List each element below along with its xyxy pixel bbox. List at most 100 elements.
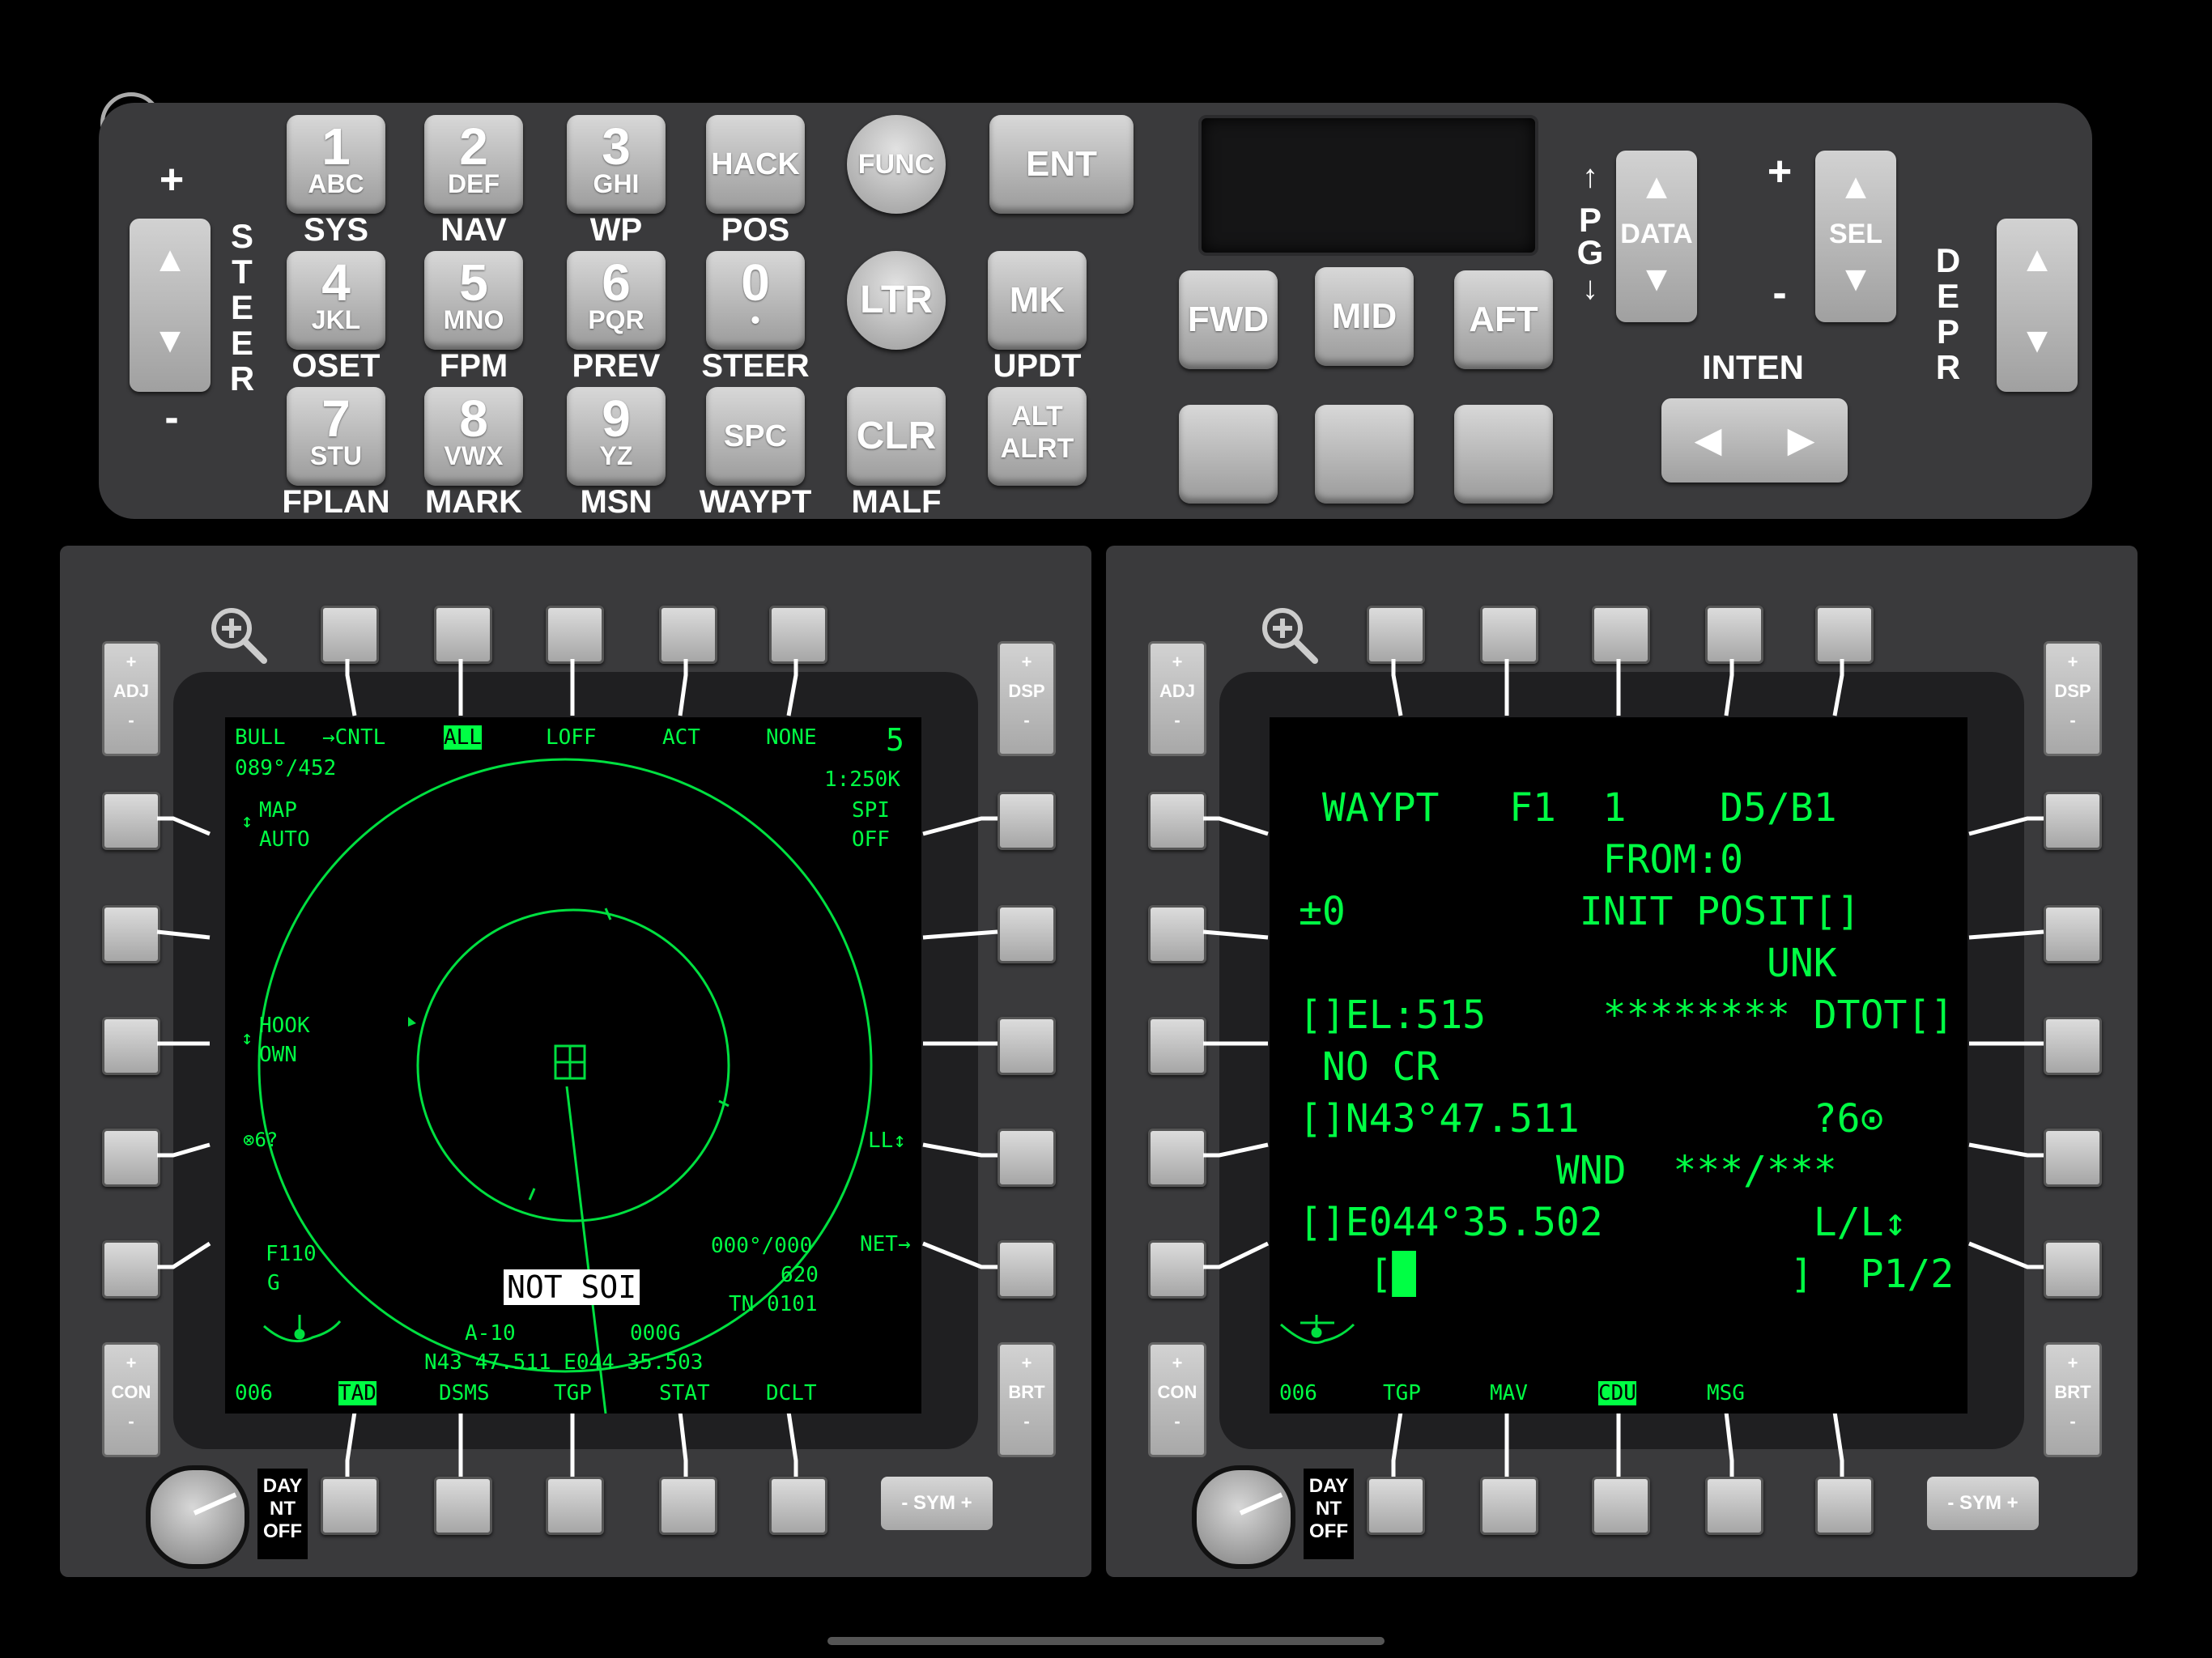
tgp-label[interactable]: TGP: [1383, 1381, 1421, 1405]
page-number: 5: [886, 722, 904, 758]
sel-rocker[interactable]: ▲ SEL ▼: [1815, 151, 1896, 322]
cdu-line: []N43°47.511 ?6⊙: [1299, 1096, 1884, 1141]
hook-label[interactable]: HOOK: [259, 1014, 310, 1038]
data-text: DATA: [1620, 219, 1693, 249]
steer-up-arrow[interactable]: ▲: [130, 240, 211, 280]
key-9-label: MSN: [580, 484, 653, 520]
sel-up-arrow[interactable]: ▲: [1815, 167, 1896, 207]
key-sub: VWX: [444, 441, 504, 470]
key-9[interactable]: 9 YZ: [567, 387, 666, 486]
data-down-arrow[interactable]: ▼: [1616, 259, 1697, 300]
key-7[interactable]: 7 STU: [287, 387, 385, 486]
ent-button[interactable]: ENT: [989, 115, 1134, 214]
depr-letter: P: [1936, 312, 1959, 351]
ll-label[interactable]: LL↕: [868, 1129, 906, 1153]
depr-letter: E: [1936, 277, 1959, 315]
fwd-text: FWD: [1187, 300, 1270, 339]
key-num: 5: [459, 253, 488, 312]
key-sub: •: [751, 305, 760, 334]
key-sub: DEF: [448, 169, 500, 198]
stat-label[interactable]: STAT: [659, 1381, 710, 1405]
alt-text: ALT: [1011, 401, 1063, 432]
steer-rocker[interactable]: ▲ ▼: [130, 219, 211, 392]
inten-label: INTEN: [1702, 348, 1804, 386]
inten-left-arrow[interactable]: ◀: [1661, 419, 1755, 461]
mk-button[interactable]: MK: [988, 251, 1087, 350]
aircraft-symbol-icon: [1280, 1315, 1355, 1344]
key-sub: YZ: [599, 441, 633, 470]
key-3[interactable]: 3 GHI: [567, 115, 666, 214]
inten-right-arrow[interactable]: ▶: [1755, 419, 1848, 461]
hack-button[interactable]: HACK: [706, 115, 805, 214]
key-0[interactable]: 0 •: [706, 251, 805, 350]
key-4[interactable]: 4 JKL: [287, 251, 385, 350]
not-soi-banner: NOT SOI: [504, 1269, 640, 1305]
bull-value: 089°/452: [235, 756, 337, 780]
cdu-label[interactable]: CDU: [1598, 1381, 1636, 1405]
cdu-screen: WAYPT F1 1 D5/B1 FROM:0 ±0 INIT POSIT[] …: [1270, 717, 1967, 1414]
func-button[interactable]: FUNC: [847, 115, 946, 214]
mk-text: MK: [1009, 280, 1066, 320]
key-sub: PQR: [588, 305, 644, 334]
spi-value: OFF: [852, 827, 890, 852]
home-indicator[interactable]: [827, 1637, 1385, 1645]
mav-label[interactable]: MAV: [1490, 1381, 1528, 1405]
clr-button[interactable]: CLR: [847, 387, 946, 486]
aft-button[interactable]: AFT: [1454, 270, 1553, 369]
data-rocker[interactable]: ▲ DATA ▼: [1616, 151, 1697, 322]
steer-letter: E: [230, 288, 253, 326]
spi-label[interactable]: SPI: [852, 798, 890, 823]
map-label[interactable]: MAP: [259, 798, 297, 823]
alt-620: 620: [781, 1263, 819, 1287]
key-3-label: WP: [589, 212, 643, 248]
alt-alrt-button[interactable]: ALT ALRT: [988, 387, 1087, 486]
spc-button[interactable]: SPC: [706, 387, 805, 486]
none-label[interactable]: NONE: [766, 725, 817, 750]
depr-rocker[interactable]: ▲ ▼: [1997, 219, 2078, 392]
map-value: AUTO: [259, 827, 310, 852]
position-readout: N43 47.511 E044 35.503: [424, 1350, 704, 1375]
key-1-label: SYS: [303, 212, 369, 248]
key-1[interactable]: 1 ABC: [287, 115, 385, 214]
cntl-label[interactable]: →CNTL: [322, 725, 385, 750]
fwd-button[interactable]: FWD: [1179, 270, 1278, 369]
dsms-label[interactable]: DSMS: [439, 1381, 490, 1405]
tgp-label[interactable]: TGP: [554, 1381, 592, 1405]
msg-label[interactable]: MSG: [1707, 1381, 1745, 1405]
inten-rocker[interactable]: ◀ ▶: [1661, 398, 1848, 483]
steer-plus: +: [159, 156, 185, 203]
sixq-label[interactable]: ⊗6?: [243, 1129, 278, 1151]
net-label[interactable]: NET→: [860, 1232, 911, 1256]
blank-button-3[interactable]: [1454, 405, 1553, 504]
key-6-label: PREV: [572, 348, 661, 384]
key-6[interactable]: 6 PQR: [567, 251, 666, 350]
steer-down-arrow[interactable]: ▼: [130, 321, 211, 361]
all-label[interactable]: ALL: [444, 725, 482, 750]
depr-up-arrow[interactable]: ▲: [1997, 240, 2078, 280]
blank-button-2[interactable]: [1315, 405, 1414, 504]
sel-down-arrow[interactable]: ▼: [1815, 259, 1896, 300]
key-sub: MNO: [443, 305, 504, 334]
hack-text: HACK: [711, 147, 800, 181]
loff-label[interactable]: LOFF: [546, 725, 597, 750]
depr-letter: D: [1935, 241, 1961, 279]
mid-button[interactable]: MID: [1315, 267, 1414, 366]
hook-value: OWN: [259, 1043, 297, 1067]
depr-down-arrow[interactable]: ▼: [1997, 321, 2078, 361]
dclt-label[interactable]: DCLT: [766, 1381, 817, 1405]
steer-label: S T E E R: [225, 219, 259, 397]
right-mfd: + ADJ - + DSP - + CON - + BRT - DAY NT OFF - SYM +…: [1106, 546, 2138, 1577]
key-8[interactable]: 8 VWX: [424, 387, 523, 486]
mid-text: MID: [1331, 296, 1397, 336]
key-num: 0: [741, 253, 770, 312]
key-5[interactable]: 5 MNO: [424, 251, 523, 350]
blank-button-1[interactable]: [1179, 405, 1278, 504]
f110-g: G: [267, 1271, 280, 1295]
ltr-button[interactable]: LTR: [847, 251, 946, 350]
tad-label[interactable]: TAD: [338, 1381, 376, 1405]
act-label[interactable]: ACT: [662, 725, 700, 750]
heading-value: 006: [1279, 1381, 1317, 1405]
key-num: 6: [602, 253, 631, 312]
data-up-arrow[interactable]: ▲: [1616, 167, 1697, 207]
key-2[interactable]: 2 DEF: [424, 115, 523, 214]
